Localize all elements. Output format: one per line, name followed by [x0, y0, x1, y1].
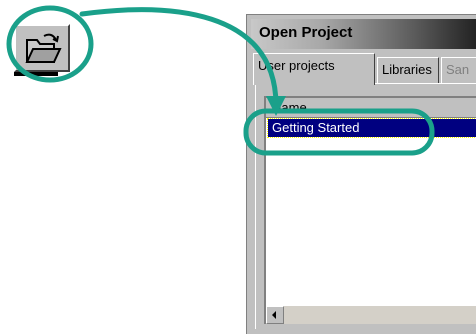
toolbar-edge	[14, 72, 58, 76]
horizontal-scrollbar[interactable]	[266, 305, 476, 324]
tab-panel: Name Getting Started	[255, 83, 476, 329]
scroll-left-arrow-icon[interactable]	[266, 306, 284, 324]
tab-libraries[interactable]: Libraries	[377, 57, 439, 83]
dialog-titlebar[interactable]: Open Project	[251, 19, 476, 49]
tab-samples[interactable]: San	[441, 57, 476, 83]
list-item-label: Getting Started	[272, 120, 360, 135]
tab-user-projects[interactable]: User projects	[253, 53, 375, 85]
open-project-button[interactable]	[14, 24, 70, 72]
dialog-title: Open Project	[259, 24, 353, 41]
column-header-label: Name	[272, 100, 307, 115]
project-list[interactable]: Name Getting Started	[264, 96, 476, 324]
tab-label: Libraries	[382, 62, 432, 77]
tab-label: San	[446, 62, 470, 77]
list-item[interactable]: Getting Started	[267, 118, 476, 138]
tab-label: User projects	[258, 58, 335, 73]
open-project-dialog: Open Project User projects Libraries San…	[246, 14, 476, 334]
open-folder-icon	[25, 33, 62, 63]
column-header-name[interactable]: Name	[266, 98, 476, 118]
